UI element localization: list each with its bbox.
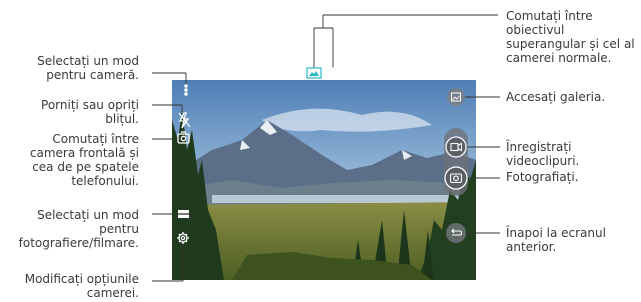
callout-gallery: Accesați galeria. [506,90,605,104]
callout-settings: Modificați opțiunile camerei. [25,272,139,300]
gallery-icon[interactable] [447,88,465,106]
callout-lens-line: superangular și cel al [506,37,635,51]
callout-record-line: videoclipuri. [506,154,580,168]
callout-settings-line: camerei. [86,286,139,300]
callout-flash-line: blițul. [105,112,139,126]
normal-lens-icon[interactable] [325,67,341,79]
callout-mode-line: Selectați un mod [37,54,139,68]
back-arrow-icon[interactable] [446,223,466,243]
callout-lens-line: camerei normale. [506,51,612,65]
callout-flash: Porniți sau opriți blițul. [41,98,139,126]
callout-switch-camera: Comutați între camera frontală și cea de… [30,132,139,188]
callout-back-line: anterior. [506,240,557,254]
callout-switch-line: telefonului. [71,174,139,188]
callout-photo: Fotografiați. [506,170,579,184]
callout-shoot-line: pentru [99,222,139,236]
callout-back: Înapoi la ecranul anterior. [506,226,606,254]
callout-lens: Comutați între obiectivul superangular ș… [506,9,635,65]
callout-lens-line: Comutați între [506,9,593,23]
callout-flash-line: Porniți sau opriți [41,98,139,112]
callout-gallery-line: Accesați galeria. [506,90,606,104]
callout-switch-line: camera frontală și [29,146,139,160]
callout-mode: Selectați un mod pentru cameră. [37,54,139,82]
callout-switch-line: Comutați între [52,132,139,146]
switch-camera-icon[interactable] [177,131,190,144]
wide-angle-lens-icon[interactable] [306,67,322,79]
callout-shoot-mode: Selectați un mod pentru fotografiere/fil… [19,208,139,250]
callout-record: Înregistrați videoclipuri. [506,140,579,168]
flash-off-icon[interactable] [178,112,191,129]
callout-shoot-line: fotografiere/filmare. [18,236,139,250]
callout-record-line: Înregistrați [506,140,572,154]
shooting-mode-icon[interactable] [178,210,189,218]
more-dots-icon[interactable] [184,84,188,96]
callout-shoot-line: Selectați un mod [37,208,139,222]
capture-controls [444,128,468,196]
callout-lens-line: obiectivul [506,23,565,37]
callout-photo-line: Fotografiați. [506,170,579,184]
callout-settings-line: Modificați opțiunile [24,272,139,286]
callout-switch-line: cea de pe spatele [32,160,139,174]
video-record-icon[interactable] [445,136,467,158]
callout-mode-line: pentru cameră. [46,68,139,82]
camera-capture-icon[interactable] [444,166,468,190]
callout-back-line: Înapoi la ecranul [506,226,606,240]
